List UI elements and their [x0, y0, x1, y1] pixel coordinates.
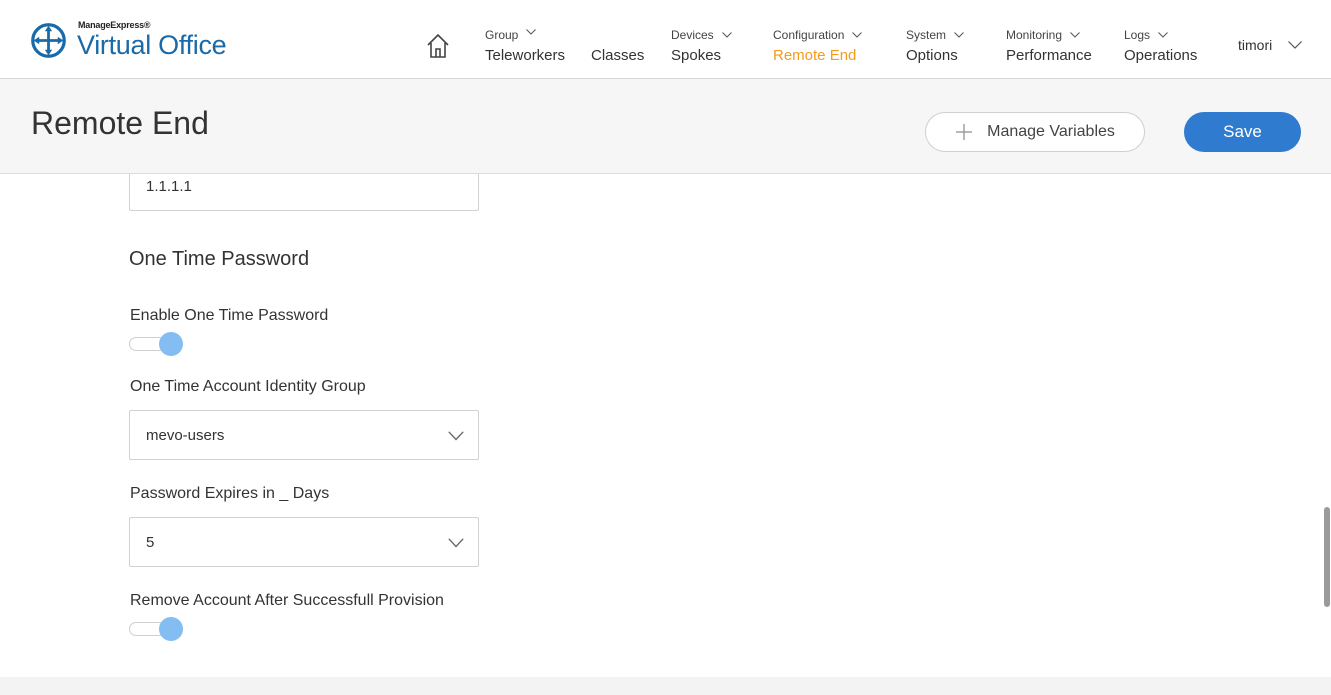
top-navigation-bar: ManageExpress® Virtual Office Group Tele…: [0, 0, 1331, 79]
nav-classes-label: Classes: [591, 47, 645, 64]
chevron-down-icon: [448, 431, 464, 441]
identity-group-label: One Time Account Identity Group: [130, 378, 366, 395]
compass-crosshair-icon: [31, 23, 66, 58]
page-header: Remote End Manage Variables Save: [0, 79, 1331, 174]
remove-account-label: Remove Account After Successfull Provisi…: [130, 592, 444, 609]
user-menu[interactable]: timori: [1238, 37, 1303, 53]
nav-remote-end-label: Remote End: [773, 47, 857, 64]
enable-otp-label: Enable One Time Password: [130, 307, 329, 324]
expires-label: Password Expires in _ Days: [130, 485, 330, 502]
toggle-knob: [159, 332, 183, 356]
nav-teleworkers-label: Teleworkers: [485, 47, 566, 64]
plus-icon: [956, 124, 973, 140]
toggle-knob: [159, 617, 183, 641]
nav-remote-end[interactable]: Configuration Remote End: [773, 27, 863, 64]
nav-logs-label: Logs: [1124, 28, 1151, 42]
nav-spokes[interactable]: Devices Spokes: [671, 27, 732, 64]
username: timori: [1238, 37, 1273, 53]
ip-address-field[interactable]: 1.1.1.1: [129, 174, 479, 211]
nav-monitoring-label: Monitoring: [1006, 28, 1063, 42]
logo-title: Virtual Office: [77, 30, 227, 60]
expires-days-select[interactable]: 5: [129, 517, 479, 567]
nav-devices-label: Devices: [671, 28, 714, 42]
page-title: Remote End: [31, 105, 209, 141]
ip-address-value: 1.1.1.1: [146, 177, 192, 195]
nav-group-label: Group: [485, 28, 519, 42]
chevron-down-icon: [852, 32, 863, 38]
expires-days-value: 5: [146, 533, 155, 551]
chevron-down-icon: [1288, 41, 1303, 49]
identity-group-select[interactable]: mevo-users: [129, 410, 479, 460]
nav-options-label: Options: [906, 47, 958, 64]
chevron-down-icon: [954, 32, 964, 38]
nav-operations-label: Operations: [1124, 47, 1198, 64]
nav-spokes-label: Spokes: [671, 47, 722, 64]
logo-small-text: ManageExpress®: [78, 20, 151, 30]
section-title-otp: One Time Password: [129, 248, 310, 270]
scrollbar-thumb[interactable]: [1324, 507, 1330, 607]
chevron-down-icon: [448, 538, 464, 548]
nav-system-label: System: [906, 28, 947, 42]
identity-group-value: mevo-users: [146, 426, 225, 444]
nav-performance-label: Performance: [1006, 47, 1092, 64]
vertical-scrollbar[interactable]: [1323, 174, 1331, 677]
chevron-down-icon: [1070, 32, 1080, 38]
save-button[interactable]: Save: [1184, 112, 1301, 152]
manage-variables-button[interactable]: Manage Variables: [925, 112, 1145, 152]
nav-classes[interactable]: Classes: [591, 27, 644, 64]
chevron-down-icon: [526, 29, 537, 35]
footer-strip: [0, 677, 1331, 695]
chevron-down-icon: [1158, 32, 1168, 38]
nav-operations[interactable]: Logs Operations: [1124, 27, 1197, 64]
nav-options[interactable]: System Options: [906, 27, 964, 64]
nav-performance[interactable]: Monitoring Performance: [1006, 27, 1092, 64]
enable-otp-toggle[interactable]: [129, 331, 183, 357]
home-icon[interactable]: [426, 33, 450, 59]
remove-account-toggle[interactable]: [129, 616, 183, 642]
nav-configuration-label: Configuration: [773, 28, 845, 42]
form-content: 1.1.1.1 One Time Password Enable One Tim…: [0, 174, 1323, 677]
nav-teleworkers[interactable]: Group Teleworkers: [485, 27, 565, 64]
chevron-down-icon: [721, 32, 732, 38]
manage-variables-label: Manage Variables: [987, 123, 1115, 140]
